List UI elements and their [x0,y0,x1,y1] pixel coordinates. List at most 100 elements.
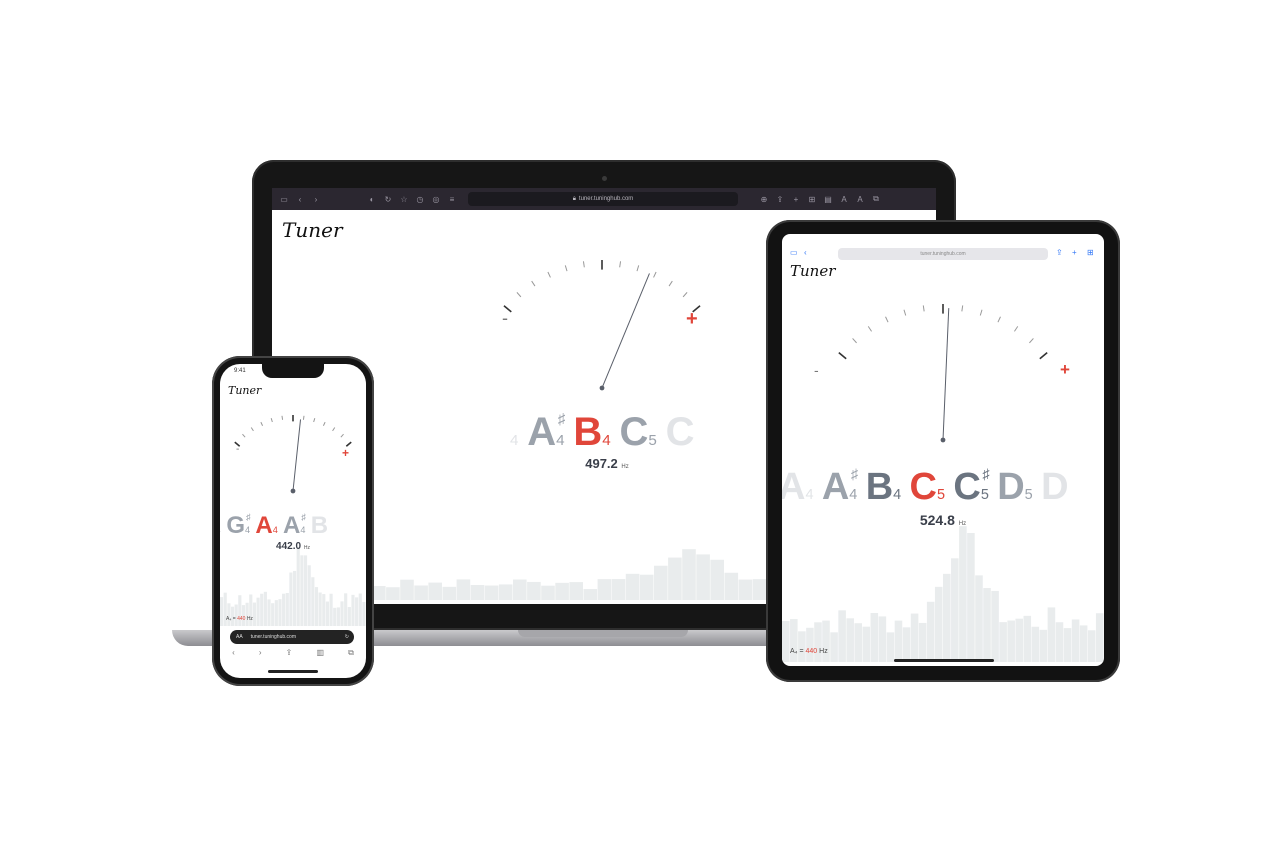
address-bar-url: tuner.tuninghub.com [250,634,296,640]
note-letter: C [619,410,649,454]
note-neighbor: A4 [782,466,813,509]
gauge-tick [322,421,326,426]
spectrum-bar [1031,626,1040,662]
spectrum-bar [1087,630,1096,662]
address-bar[interactable]: AA tuner.tuninghub.com ↻ [230,630,354,644]
note-letter: A [782,466,806,508]
gauge-tick [668,280,673,287]
spectrum-bar [943,573,951,662]
laptop-opening-notch [518,630,688,637]
reference-label: A₄ = [790,648,804,655]
spectrum-bar [654,565,668,600]
sharp-indicator: + [342,446,350,460]
back-icon[interactable]: ‹ [232,648,235,668]
frequency-readout: 524.8 Hz [888,512,998,528]
gauge-tick [313,418,316,423]
spectrum-bar [894,620,903,662]
spectrum-bar [1023,615,1032,662]
spectrum-bar [639,574,654,600]
note-neighbor: C ♯ 5 [953,466,990,509]
spectrum-bar [285,592,289,626]
refresh-icon[interactable]: ↻ [345,634,349,640]
frequency-unit: Hz [958,521,967,527]
gauge-tick [250,427,254,432]
spectrum-bar [296,547,300,626]
note-strip: 4G♯4A4A♯4B [220,512,333,540]
gauge-tick [281,415,284,420]
spectrum-bar [569,582,583,600]
note-strip: A4 A ♯ 4 B4 C5 C ♯ 5 D5 D [782,466,1077,509]
forward-icon[interactable]: › [259,648,262,668]
spectrum-bar [527,581,541,600]
spectrum-bar [738,579,753,600]
note-neighbor: C5 [620,410,657,455]
spectrum-bar [902,627,911,662]
note-current: B4 [573,410,610,455]
note-letter: A [527,410,557,454]
sharp-indicator: + [686,308,698,330]
spectrum-bar [344,593,348,626]
note-letter: D [997,466,1025,508]
spectrum-bar [959,526,967,662]
bookmarks-icon[interactable]: ▥ [316,648,324,668]
flat-indicator: - [502,308,508,328]
note-strip: 4 A ♯ 4 B4 C5 C [510,410,703,455]
home-indicator[interactable] [268,670,318,673]
gauge-tick [260,421,264,426]
note-letter: G [226,512,246,539]
spectrum-bar [814,622,822,662]
home-indicator[interactable] [894,659,994,662]
spectrum-bar [696,554,710,600]
spectrum-bar [1071,619,1080,662]
spectrum-bar [862,626,871,662]
gauge-tick [582,261,585,268]
note-letter: D [1041,466,1069,508]
spectrum-bar [278,599,282,626]
reference-value: 440 [237,616,246,622]
flat-indicator: - [814,362,819,378]
spectrum-bar [1047,607,1056,662]
gauge-tick [961,305,964,312]
spectrum-bar [991,590,999,662]
note-letter: B [865,466,894,508]
note-octave: 4 [805,487,814,503]
share-icon[interactable]: ⇪ [286,648,293,668]
spectrum-bar [846,618,854,662]
gauge-tick [922,305,925,312]
tabs-overview-icon[interactable]: ⧉ [348,648,354,668]
note-octave: 4 [510,432,519,449]
note-accidental: ♯ [982,466,990,483]
reference-unit: Hz [246,616,253,622]
frequency-unit: Hz [303,545,310,551]
spectrum-bar [274,600,278,626]
gauge-tick [979,309,983,316]
note-letter: A [283,512,301,539]
frequency-value: 442.0 [276,541,302,552]
spectrum-bar [513,579,527,600]
gauge-tick [885,316,889,323]
gauge-tick [531,280,536,287]
gauge-needle [942,308,950,441]
note-octave: 4 [245,525,251,535]
gauge-pivot [940,437,946,443]
spectrum-bar [307,565,311,626]
spectrum-bar [355,597,359,626]
spectrum-bar [318,592,322,626]
note-accidental: ♯ [246,512,251,523]
gauge-tick [516,292,522,298]
spectrum-bar [1007,620,1015,662]
note-octave: 4 [849,487,858,503]
gauge-tick [1039,351,1048,360]
reference-pitch[interactable]: A₄ = 440 Hz [226,616,253,622]
phone-screen: 9:41 Tuner - + 4G♯4A4A♯4B 442.0 Hz A₄ = … [220,364,366,678]
note-octave: 5 [936,487,946,503]
spectrum-bar [752,579,767,600]
note-neighbor: C [666,410,695,455]
note-octave: 4 [272,525,278,535]
spectrum-bar [351,594,355,626]
spectrum-bar [798,631,806,662]
reference-pitch[interactable]: A₄ = 440 Hz [790,648,828,655]
spectrum-bar [668,557,682,600]
reader-mode-icon[interactable]: AA [236,634,243,640]
spectrum-bar [322,594,326,626]
